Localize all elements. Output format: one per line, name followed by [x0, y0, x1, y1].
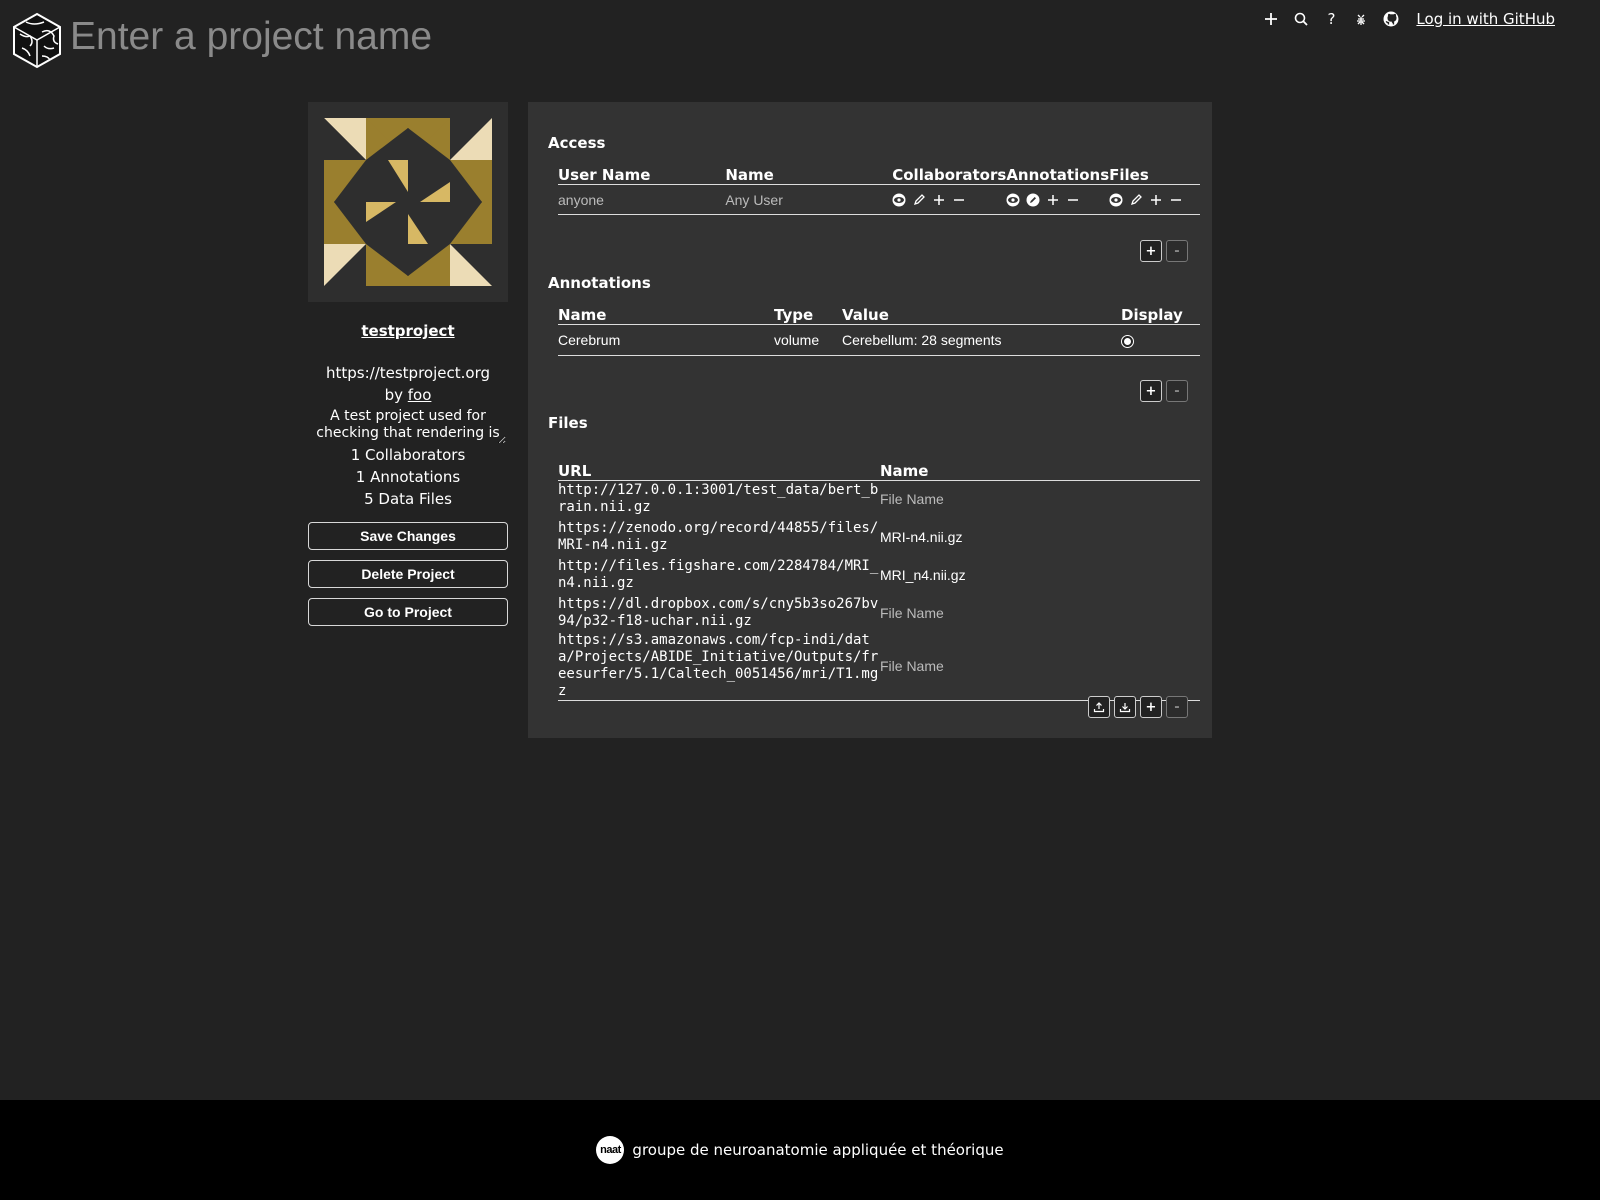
file-url[interactable]: http://127.0.0.1:3001/test_data/bert_bra… — [558, 480, 880, 518]
upload-icon[interactable] — [1088, 696, 1110, 718]
column-header: Name — [725, 162, 893, 185]
help-icon[interactable]: ? — [1316, 6, 1346, 32]
remove-annotation-button[interactable]: - — [1166, 380, 1188, 402]
remove-file-button[interactable]: - — [1166, 696, 1188, 718]
file-url[interactable]: https://dl.dropbox.com/s/cny5b3so267bv94… — [558, 594, 880, 632]
add-icon[interactable] — [932, 193, 946, 207]
file-name[interactable]: File Name — [880, 480, 1200, 518]
footer: naat groupe de neuroanatomie appliquée e… — [0, 1100, 1600, 1200]
add-file-button[interactable]: + — [1140, 696, 1162, 718]
by-label: by — [384, 386, 403, 404]
annotations-title: Annotations — [548, 274, 651, 292]
table-row: https://zenodo.org/record/44855/files/MR… — [558, 518, 1200, 556]
annotations-permissions — [1006, 184, 1110, 215]
bug-icon[interactable] — [1346, 6, 1376, 32]
project-owner-line: by foo — [308, 384, 508, 406]
table-row: https://dl.dropbox.com/s/cny5b3so267bv94… — [558, 594, 1200, 632]
owner-link[interactable]: foo — [408, 386, 432, 404]
edit-icon[interactable] — [1026, 193, 1040, 207]
display-radio[interactable] — [1121, 335, 1134, 348]
annotation-value: Cerebellum: 28 segments — [842, 324, 1121, 356]
edit-icon[interactable] — [912, 193, 926, 207]
add-icon[interactable] — [1046, 193, 1060, 207]
files-count: 5 Data Files — [364, 490, 452, 508]
table-row: http://files.figshare.com/2284784/MRI_n4… — [558, 556, 1200, 594]
file-name[interactable]: File Name — [880, 594, 1200, 632]
top-nav: ? Log in with GitHub — [1256, 6, 1555, 32]
access-controls: + - — [1140, 240, 1188, 262]
annotation-display-cell — [1121, 324, 1200, 356]
github-icon[interactable] — [1376, 6, 1406, 32]
access-name: Any User — [725, 184, 893, 215]
file-name[interactable]: MRI_n4.nii.gz — [880, 556, 1200, 594]
project-description[interactable]: A test project used for checking that re… — [310, 408, 506, 444]
table-row: https://s3.amazonaws.com/fcp-indi/data/P… — [558, 632, 1200, 701]
remove-access-button[interactable]: - — [1166, 240, 1188, 262]
column-header: Type — [774, 302, 842, 325]
annotation-name[interactable]: Cerebrum — [558, 324, 774, 356]
login-github-link[interactable]: Log in with GitHub — [1416, 10, 1555, 28]
file-url[interactable]: http://files.figshare.com/2284784/MRI_n4… — [558, 556, 880, 594]
project-avatar — [308, 102, 508, 302]
project-sidebar: testproject https://testproject.org by f… — [308, 102, 508, 626]
files-table: URL Name http://127.0.0.1:3001/test_data… — [558, 442, 1200, 701]
go-to-project-button[interactable]: Go to Project — [308, 598, 508, 626]
column-header: Display — [1121, 302, 1200, 325]
save-changes-button[interactable]: Save Changes — [308, 522, 508, 550]
collaborators-count: 1 Collaborators — [350, 446, 466, 464]
search-icon[interactable] — [1286, 6, 1316, 32]
help-glyph: ? — [1327, 10, 1336, 28]
table-row: anyone Any User — [558, 184, 1200, 215]
add-icon[interactable] — [1149, 193, 1163, 207]
column-header: Collaborators — [892, 162, 1007, 185]
column-header: Name — [558, 302, 774, 325]
access-title: Access — [548, 134, 606, 152]
annotation-type: volume — [774, 324, 842, 356]
column-header: Files — [1109, 162, 1200, 185]
collaborators-permissions — [892, 184, 1007, 215]
column-header: User Name — [558, 162, 726, 185]
files-permissions — [1109, 184, 1200, 215]
file-url[interactable]: https://zenodo.org/record/44855/files/MR… — [558, 518, 880, 556]
access-username[interactable]: anyone — [558, 184, 726, 215]
annotations-count: 1 Annotations — [355, 468, 461, 486]
naat-logo[interactable]: naat — [596, 1136, 625, 1164]
view-icon[interactable] — [892, 193, 906, 207]
remove-icon[interactable] — [952, 193, 966, 207]
delete-project-button[interactable]: Delete Project — [308, 560, 508, 588]
project-settings-panel: Access User Name Name Collaborators Anno… — [528, 102, 1212, 738]
view-icon[interactable] — [1109, 193, 1123, 207]
download-icon[interactable] — [1114, 696, 1136, 718]
column-header: Annotations — [1006, 162, 1110, 185]
annotations-table: Name Type Value Display Cerebrum volume … — [558, 302, 1200, 356]
column-header: Value — [842, 302, 1121, 325]
plus-icon[interactable] — [1256, 6, 1286, 32]
footer-text: groupe de neuroanatomie appliquée et thé… — [632, 1141, 1004, 1159]
files-title: Files — [548, 414, 588, 432]
project-url: https://testproject.org — [325, 364, 490, 382]
column-header: URL — [558, 442, 880, 481]
project-name-link[interactable]: testproject — [361, 322, 454, 340]
project-title-input[interactable] — [70, 12, 770, 62]
app-logo[interactable] — [12, 12, 62, 69]
column-header: Name — [880, 442, 1200, 481]
table-row: Cerebrum volume Cerebellum: 28 segments — [558, 324, 1200, 356]
edit-icon[interactable] — [1129, 193, 1143, 207]
files-controls: + - — [1088, 696, 1188, 718]
access-table: User Name Name Collaborators Annotations… — [558, 162, 1200, 215]
table-row: http://127.0.0.1:3001/test_data/bert_bra… — [558, 480, 1200, 518]
remove-icon[interactable] — [1169, 193, 1183, 207]
add-access-button[interactable]: + — [1140, 240, 1162, 262]
annotations-controls: + - — [1140, 380, 1188, 402]
view-icon[interactable] — [1006, 193, 1020, 207]
add-annotation-button[interactable]: + — [1140, 380, 1162, 402]
remove-icon[interactable] — [1066, 193, 1080, 207]
file-url[interactable]: https://s3.amazonaws.com/fcp-indi/data/P… — [558, 632, 880, 701]
file-name[interactable]: File Name — [880, 632, 1200, 701]
file-name[interactable]: MRI-n4.nii.gz — [880, 518, 1200, 556]
